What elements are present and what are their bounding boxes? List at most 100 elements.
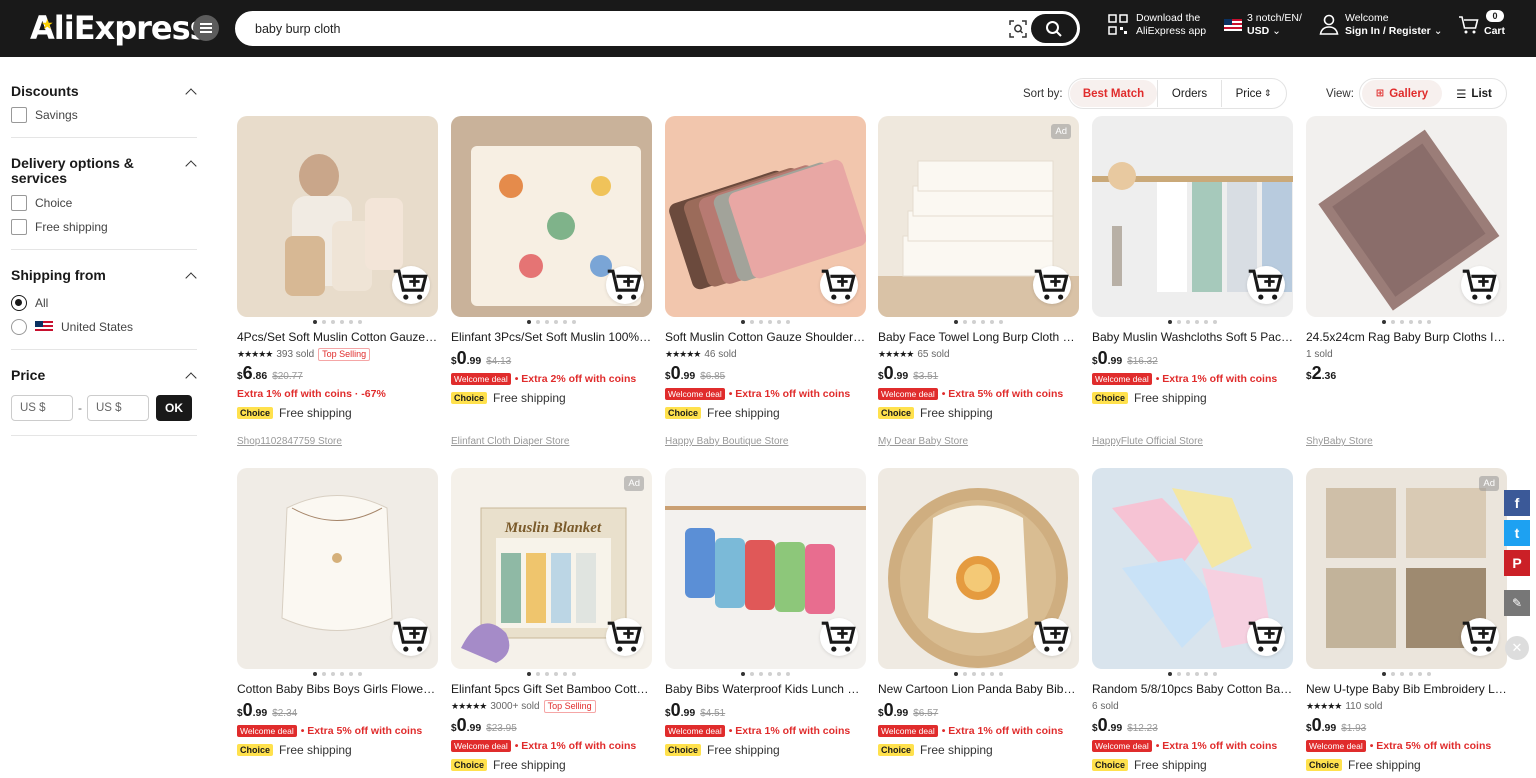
image-carousel-dots[interactable] [1306, 320, 1507, 324]
all-radio[interactable] [11, 295, 27, 311]
pinterest-share-icon[interactable]: P [1504, 550, 1530, 576]
savings-checkbox[interactable] [11, 107, 27, 123]
cart-button[interactable]: 0 Cart [1458, 10, 1505, 38]
shipping-text: Free shipping [493, 758, 566, 772]
choice-option[interactable]: Choice [11, 195, 197, 211]
image-search-icon[interactable] [1009, 20, 1027, 38]
product-title[interactable]: Baby Bibs Waterproof Kids Lunch Feeding [665, 682, 866, 697]
product-title[interactable]: Elinfant 5pcs Gift Set Bamboo Cotton Mus… [451, 682, 652, 697]
download-app-link[interactable]: Download the AliExpress app [1108, 12, 1206, 38]
chevron-up-icon[interactable] [185, 272, 197, 284]
top-selling-badge: Top Selling [543, 699, 596, 713]
search-input[interactable] [255, 20, 995, 38]
add-to-cart-button[interactable] [1247, 618, 1285, 656]
product-image[interactable] [1092, 116, 1293, 317]
discounts-filter: Discounts Savings [11, 80, 197, 138]
product-image[interactable] [1092, 468, 1293, 669]
store-link[interactable]: HappyFlute Official Store [1092, 436, 1203, 447]
search-button[interactable] [1031, 14, 1077, 43]
sort-price[interactable]: Price ⇕ [1221, 80, 1285, 107]
chevron-up-icon[interactable] [185, 160, 197, 172]
product-title[interactable]: 4Pcs/Set Soft Muslin Cotton Gauze Baby B… [237, 330, 438, 345]
product-image[interactable] [1306, 116, 1507, 317]
chevron-up-icon[interactable] [185, 88, 197, 100]
welcome-deal-badge: Welcome deal [451, 740, 511, 752]
add-to-cart-button[interactable] [392, 618, 430, 656]
rating-stars: ★★★★★ [451, 700, 487, 711]
add-to-cart-button[interactable] [606, 266, 644, 304]
product-title[interactable]: Soft Muslin Cotton Gauze Shoulder Burp C… [665, 330, 866, 345]
image-carousel-dots[interactable] [665, 320, 866, 324]
product-image[interactable] [665, 468, 866, 669]
add-to-cart-button[interactable] [1461, 618, 1499, 656]
add-to-cart-button[interactable] [1247, 266, 1285, 304]
image-carousel-dots[interactable] [1092, 320, 1293, 324]
account-menu[interactable]: Welcome Sign In / Register ⌄ [1319, 12, 1443, 38]
image-carousel-dots[interactable] [1092, 672, 1293, 676]
add-to-cart-button[interactable] [820, 618, 858, 656]
store-link[interactable]: Happy Baby Boutique Store [665, 436, 788, 447]
store-link[interactable]: Elinfant Cloth Diaper Store [451, 436, 569, 447]
savings-option[interactable]: Savings [11, 107, 197, 123]
image-carousel-dots[interactable] [878, 320, 1079, 324]
chevron-up-icon[interactable] [185, 372, 197, 384]
image-carousel-dots[interactable] [878, 672, 1079, 676]
list-label: List [1471, 87, 1492, 100]
add-to-cart-button[interactable] [1033, 618, 1071, 656]
coins-offer: • Extra 2% off with coins [514, 373, 637, 385]
image-carousel-dots[interactable] [237, 672, 438, 676]
ship-from-us-option[interactable]: United States [11, 319, 197, 335]
product-title[interactable]: Elinfant 3Pcs/Set Soft Muslin 100% Cotto… [451, 330, 652, 345]
add-to-cart-button[interactable] [392, 266, 430, 304]
sort-best-match[interactable]: Best Match [1070, 80, 1157, 107]
product-title[interactable]: Baby Muslin Washcloths Soft 5 Pack Burp [1092, 330, 1293, 345]
add-to-cart-button[interactable] [606, 618, 644, 656]
us-radio[interactable] [11, 319, 27, 335]
us-label: United States [61, 320, 134, 334]
product-image[interactable] [237, 116, 438, 317]
product-image[interactable] [237, 468, 438, 669]
shipping-line: Choice Free shipping [237, 406, 438, 420]
choice-checkbox[interactable] [11, 195, 27, 211]
image-carousel-dots[interactable] [1306, 672, 1507, 676]
image-carousel-dots[interactable] [665, 672, 866, 676]
store-link[interactable]: Shop1102847759 Store [237, 436, 342, 447]
product-title[interactable]: Baby Face Towel Long Burp Cloth Rainbow [878, 330, 1079, 345]
aliexpress-logo[interactable]: ★ AliExpress [30, 10, 209, 46]
product-image[interactable] [451, 116, 652, 317]
product-image[interactable]: Ad [878, 116, 1079, 317]
max-price-input[interactable]: US $ [87, 395, 149, 421]
product-title[interactable]: New Cartoon Lion Panda Baby Bibs Cotton [878, 682, 1079, 697]
facebook-share-icon[interactable]: f [1504, 490, 1530, 516]
language-currency-selector[interactable]: 3 notch/EN/USD ⌄ [1224, 12, 1302, 38]
twitter-share-icon[interactable]: t [1504, 520, 1530, 546]
min-price-input[interactable]: US $ [11, 395, 73, 421]
add-to-cart-button[interactable] [820, 266, 858, 304]
store-link[interactable]: My Dear Baby Store [878, 436, 968, 447]
product-image[interactable] [665, 116, 866, 317]
free-shipping-option[interactable]: Free shipping [11, 219, 197, 235]
image-carousel-dots[interactable] [451, 672, 652, 676]
price-ok-button[interactable]: OK [156, 395, 192, 421]
product-title[interactable]: 24.5x24cm Rag Baby Burp Cloths Infant [1306, 330, 1507, 345]
product-title[interactable]: New U-type Baby Bib Embroidery Lace [1306, 682, 1507, 697]
product-title[interactable]: Random 5/8/10pcs Baby Cotton Bandana Bib… [1092, 682, 1293, 697]
list-view-button[interactable]: ☰ List [1442, 80, 1506, 107]
ship-from-all-option[interactable]: All [11, 295, 197, 311]
categories-menu-button[interactable] [193, 15, 219, 41]
product-image[interactable]: Ad [1306, 468, 1507, 669]
add-to-cart-button[interactable] [1461, 266, 1499, 304]
sort-orders[interactable]: Orders [1157, 80, 1221, 107]
edit-icon[interactable]: ✎ [1504, 590, 1530, 616]
add-to-cart-button[interactable] [1033, 266, 1071, 304]
image-carousel-dots[interactable] [451, 320, 652, 324]
gallery-view-button[interactable]: ⊞ Gallery [1362, 80, 1442, 107]
sign-in-link[interactable]: Sign In / Register [1345, 25, 1431, 37]
free-shipping-checkbox[interactable] [11, 219, 27, 235]
store-link[interactable]: ShyBaby Store [1306, 436, 1373, 447]
product-image[interactable] [878, 468, 1079, 669]
product-title[interactable]: Cotton Baby Bibs Boys Girls Flower Embro… [237, 682, 438, 697]
product-image[interactable]: Muslin Blanket Ad [451, 468, 652, 669]
close-icon[interactable]: ✕ [1505, 636, 1529, 660]
image-carousel-dots[interactable] [237, 320, 438, 324]
